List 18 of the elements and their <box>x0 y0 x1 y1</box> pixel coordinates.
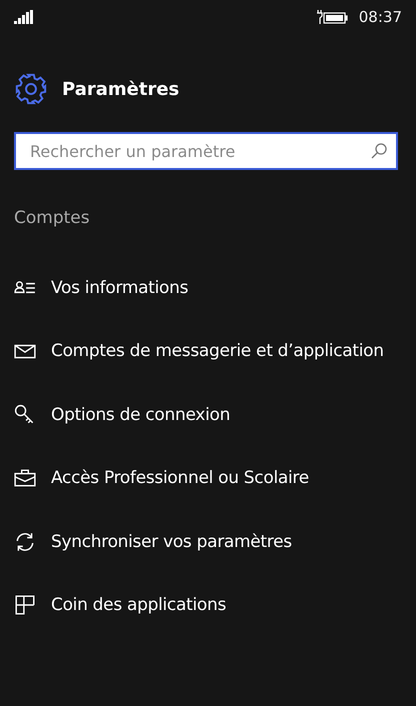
settings-item[interactable]: Accès Professionnel ou Scolaire <box>0 446 416 510</box>
settings-item[interactable]: Vos informations <box>0 256 416 320</box>
apps-icon <box>14 594 36 616</box>
settings-item[interactable]: Coin des applications <box>0 574 416 637</box>
key-icon <box>14 404 36 426</box>
page-title: Paramètres <box>62 78 180 100</box>
settings-item[interactable]: Options de connexion <box>0 383 416 446</box>
charging-battery-icon <box>314 9 349 25</box>
section-heading: Comptes <box>14 208 91 228</box>
settings-item[interactable]: Comptes de messagerie et d’application <box>0 320 416 383</box>
briefcase-icon <box>14 467 36 490</box>
search-icon[interactable] <box>370 142 388 160</box>
search-field[interactable]: Rechercher un paramètre <box>14 132 398 170</box>
gear-icon <box>14 72 48 106</box>
sync-icon <box>14 530 36 553</box>
clock-time: 08:37 <box>358 8 402 26</box>
signal-icon <box>14 10 34 24</box>
settings-item[interactable]: Synchroniser vos paramètres <box>0 510 416 574</box>
